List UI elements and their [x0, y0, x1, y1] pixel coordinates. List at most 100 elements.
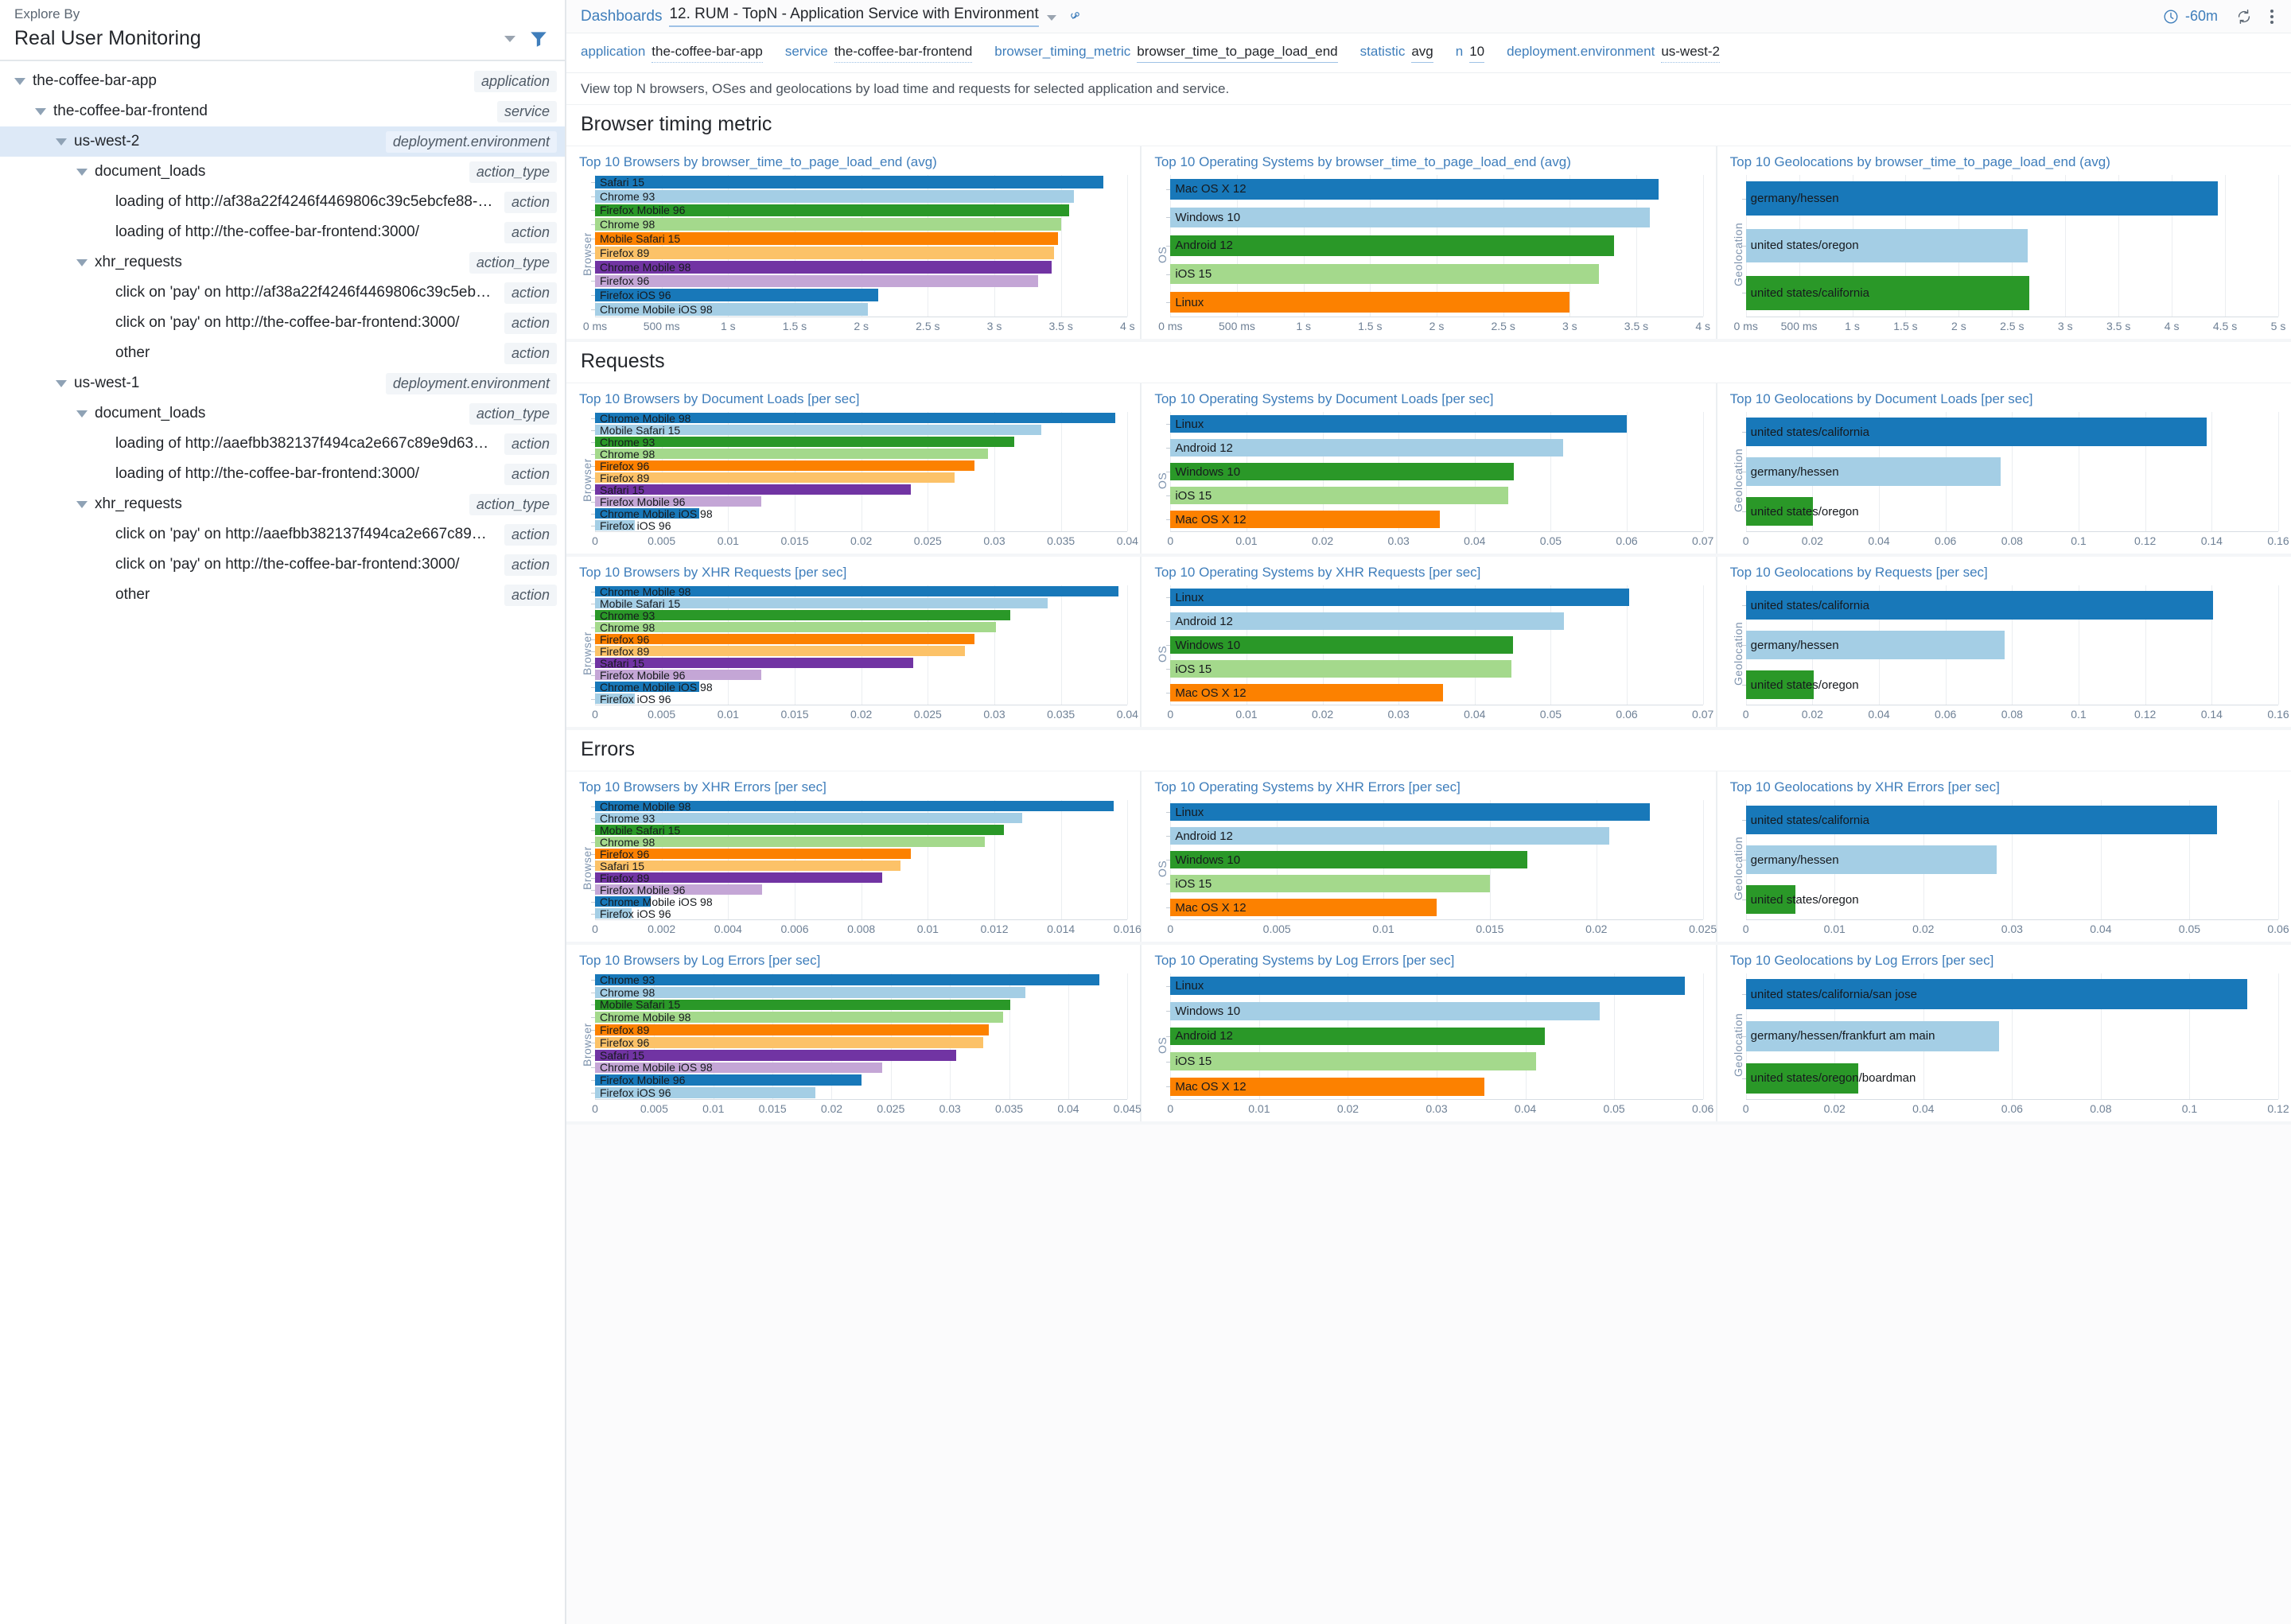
bar[interactable]: iOS 15: [1170, 487, 1508, 504]
bar[interactable]: Safari 15: [595, 484, 911, 495]
bar[interactable]: Chrome 93: [595, 610, 1010, 620]
tree-row[interactable]: loading of http://af38a22f4246f4469806c3…: [0, 187, 565, 217]
bar-row[interactable]: Firefox 96: [595, 1036, 1127, 1049]
bar-row[interactable]: Chrome 98: [595, 217, 1127, 231]
bar-row[interactable]: Firefox 96: [595, 460, 1127, 472]
bar-row[interactable]: Firefox Mobile 96: [595, 669, 1127, 681]
bar-row[interactable]: Chrome 98: [595, 621, 1127, 633]
tree-row[interactable]: loading of http://the-coffee-bar-fronten…: [0, 459, 565, 489]
bar[interactable]: Mobile Safari 15: [595, 598, 1048, 608]
bar-row[interactable]: Mac OS X 12: [1170, 896, 1702, 919]
bar-row[interactable]: germany/hessen: [1746, 840, 2278, 880]
bar-row[interactable]: united states/oregon: [1746, 880, 2278, 919]
bar-row[interactable]: Safari 15: [595, 175, 1127, 189]
bar[interactable]: Safari 15: [595, 176, 1103, 188]
bar[interactable]: Firefox 89: [595, 247, 1054, 259]
bar[interactable]: Chrome Mobile 98: [595, 1012, 1003, 1023]
bar-row[interactable]: germany/hessen: [1746, 452, 2278, 491]
bar[interactable]: Firefox iOS 96: [595, 908, 632, 919]
filter-value[interactable]: 10: [1469, 44, 1484, 63]
bar-row[interactable]: Mac OS X 12: [1170, 681, 1702, 705]
bar-row[interactable]: Chrome Mobile iOS 98: [595, 1062, 1127, 1074]
bar[interactable]: Mac OS X 12: [1170, 899, 1437, 916]
bar-row[interactable]: Chrome Mobile iOS 98: [595, 302, 1127, 317]
bar-row[interactable]: Windows 10: [1170, 999, 1702, 1024]
bar[interactable]: Mobile Safari 15: [595, 1000, 1010, 1011]
bar[interactable]: Firefox 96: [595, 634, 974, 644]
bar-row[interactable]: iOS 15: [1170, 1049, 1702, 1074]
filter-application[interactable]: applicationthe-coffee-bar-app: [581, 44, 763, 63]
bar[interactable]: united states/oregon: [1746, 497, 1814, 526]
tree-row[interactable]: the-coffee-bar-appapplication: [0, 66, 565, 96]
bar[interactable]: Firefox iOS 96: [595, 1087, 815, 1098]
tree-row[interactable]: us-west-2deployment.environment: [0, 126, 565, 157]
bar[interactable]: Android 12: [1170, 612, 1563, 630]
bar-row[interactable]: Linux: [1170, 585, 1702, 609]
expand-triangle-icon[interactable]: [14, 78, 25, 85]
bar-row[interactable]: Chrome Mobile 98: [595, 1011, 1127, 1024]
tree-row[interactable]: click on 'pay' on http://the-coffee-bar-…: [0, 550, 565, 580]
bar-row[interactable]: united states/california: [1746, 412, 2278, 452]
bar[interactable]: germany/hessen: [1746, 457, 2001, 486]
bar[interactable]: united states/oregon: [1746, 885, 1795, 914]
bar-row[interactable]: united states/oregon/boardman: [1746, 1057, 2278, 1099]
bar-row[interactable]: Chrome 93: [595, 973, 1127, 986]
bar-row[interactable]: Firefox 96: [595, 848, 1127, 860]
bar-row[interactable]: Windows 10: [1170, 633, 1702, 657]
bar-row[interactable]: united states/oregon: [1746, 491, 2278, 531]
expand-triangle-icon[interactable]: [56, 380, 67, 387]
bar-row[interactable]: Windows 10: [1170, 460, 1702, 484]
bar-row[interactable]: iOS 15: [1170, 484, 1702, 507]
bar[interactable]: Firefox 96: [595, 275, 1038, 288]
bar[interactable]: Mac OS X 12: [1170, 511, 1439, 528]
bar[interactable]: Firefox iOS 96: [595, 694, 635, 704]
bar-row[interactable]: Mobile Safari 15: [595, 824, 1127, 836]
tree-row[interactable]: click on 'pay' on http://af38a22f4246f44…: [0, 278, 565, 308]
bar[interactable]: Mac OS X 12: [1170, 684, 1442, 701]
bar[interactable]: germany/hessen: [1746, 631, 2005, 659]
bar[interactable]: Safari 15: [595, 861, 900, 871]
bar[interactable]: iOS 15: [1170, 660, 1511, 678]
bar[interactable]: Windows 10: [1170, 636, 1512, 654]
bar-row[interactable]: Firefox 89: [595, 246, 1127, 260]
expand-triangle-icon[interactable]: [76, 410, 88, 418]
bar-row[interactable]: germany/hessen/frankfurt am main: [1746, 1016, 2278, 1058]
filter-value[interactable]: us-west-2: [1661, 44, 1720, 63]
bar[interactable]: united states/oregon: [1746, 670, 1814, 699]
bar[interactable]: Chrome Mobile iOS 98: [595, 303, 868, 316]
bar-row[interactable]: Mac OS X 12: [1170, 175, 1702, 204]
tree-row[interactable]: otheraction: [0, 338, 565, 368]
bar[interactable]: Mobile Safari 15: [595, 425, 1041, 435]
tree-row[interactable]: loading of http://the-coffee-bar-fronten…: [0, 217, 565, 247]
bar[interactable]: Chrome 98: [595, 218, 1061, 231]
filter-statistic[interactable]: statisticavg: [1360, 44, 1433, 63]
bar-row[interactable]: united states/california: [1746, 270, 2278, 317]
bar-row[interactable]: Firefox 89: [595, 645, 1127, 657]
bar-row[interactable]: Windows 10: [1170, 204, 1702, 232]
bar[interactable]: Firefox iOS 96: [595, 289, 878, 301]
funnel-icon[interactable]: [528, 29, 549, 49]
bar[interactable]: Firefox 96: [595, 1037, 983, 1048]
bar-row[interactable]: united states/california: [1746, 800, 2278, 840]
bar-row[interactable]: Safari 15: [595, 1049, 1127, 1062]
bar-row[interactable]: Mobile Safari 15: [595, 999, 1127, 1012]
bar[interactable]: Firefox 96: [595, 849, 911, 859]
bar-row[interactable]: germany/hessen: [1746, 175, 2278, 222]
bar-row[interactable]: Firefox iOS 96: [595, 693, 1127, 705]
bar-row[interactable]: Firefox 89: [595, 1024, 1127, 1036]
bar-row[interactable]: Firefox Mobile 96: [595, 204, 1127, 218]
bar[interactable]: Chrome 93: [595, 813, 1022, 823]
expand-triangle-icon[interactable]: [56, 138, 67, 146]
bar-row[interactable]: Linux: [1170, 412, 1702, 436]
filter-browser-timing-metric[interactable]: browser_timing_metricbrowser_time_to_pag…: [994, 44, 1337, 63]
bar[interactable]: Mac OS X 12: [1170, 179, 1659, 200]
bar[interactable]: Chrome 93: [595, 437, 1014, 447]
bar[interactable]: Chrome Mobile 98: [595, 261, 1052, 274]
bar[interactable]: Firefox Mobile 96: [595, 1074, 862, 1086]
bar[interactable]: Mac OS X 12: [1170, 1078, 1484, 1096]
bar[interactable]: germany/hessen: [1746, 181, 2218, 216]
bar[interactable]: Chrome Mobile 98: [595, 413, 1115, 423]
filter-value[interactable]: browser_time_to_page_load_end: [1137, 44, 1337, 63]
bar-row[interactable]: Firefox iOS 96: [595, 519, 1127, 531]
tree-row[interactable]: otheraction: [0, 580, 565, 610]
